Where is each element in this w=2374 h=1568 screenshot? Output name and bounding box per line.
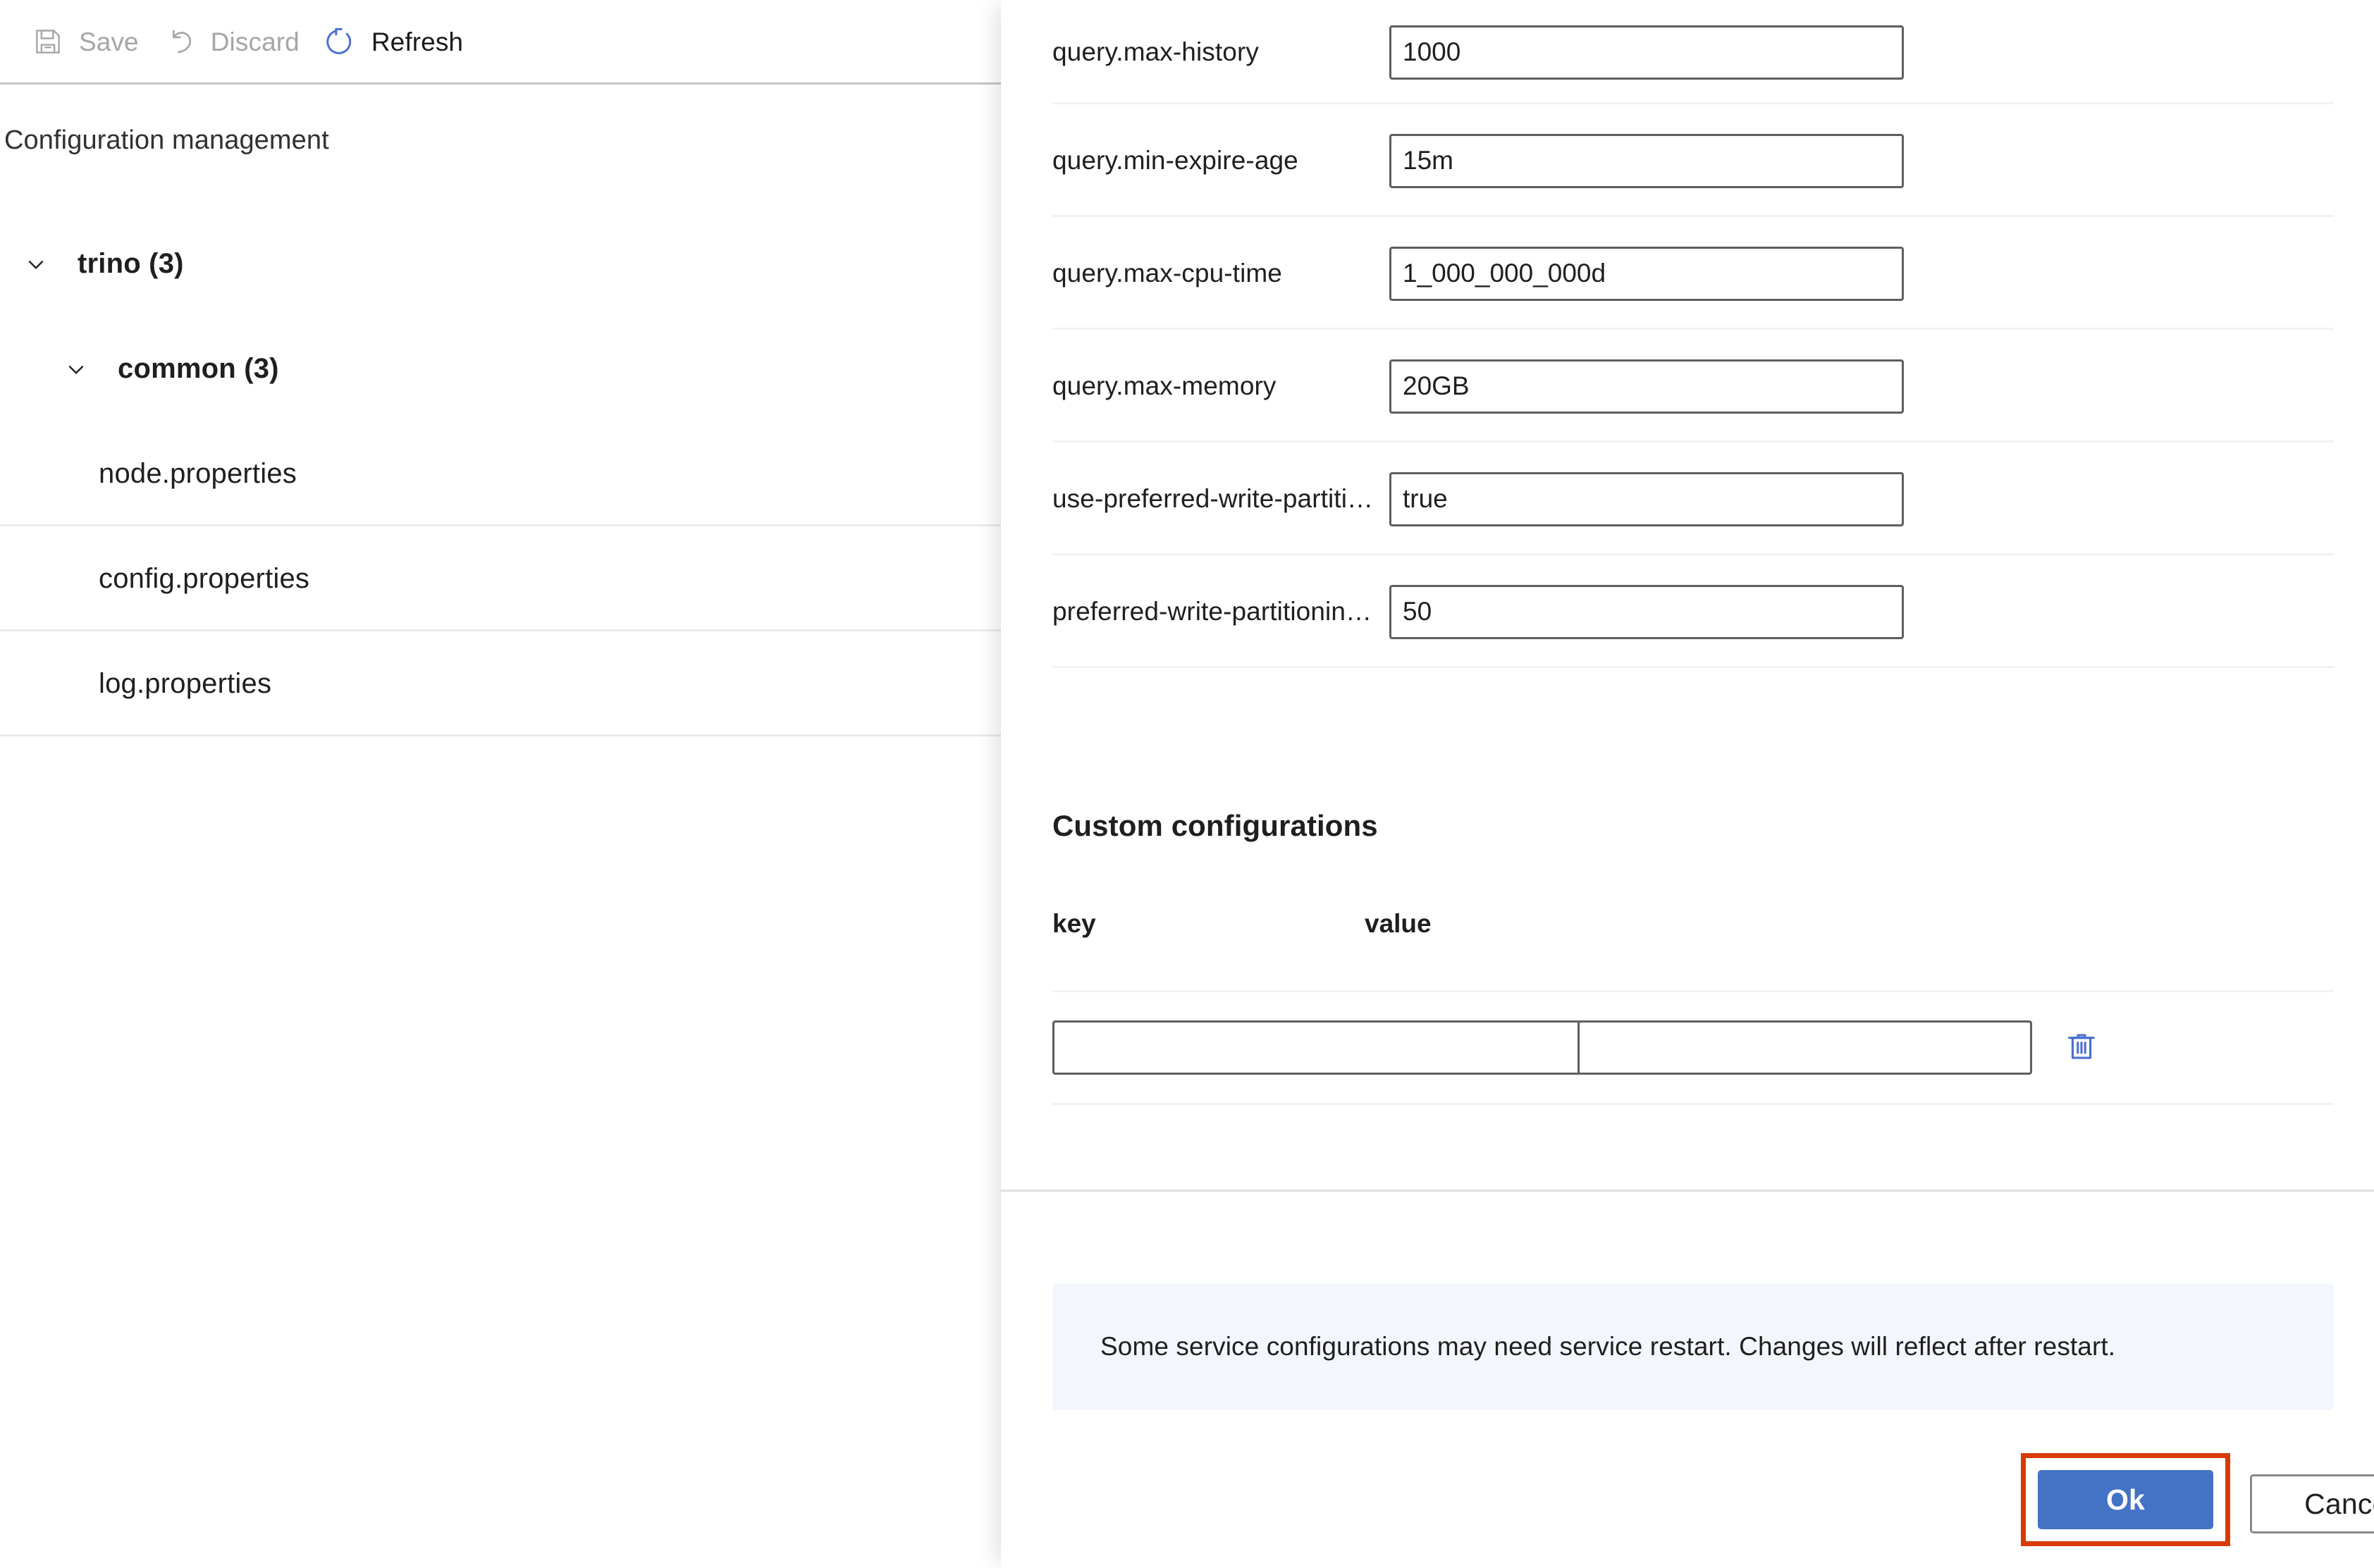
panel-footer-divider [1001,1190,2374,1192]
tree-node-label: common (3) [118,353,279,384]
config-tree: trino (3) common (3) node.properties con… [0,211,1001,736]
property-label: query.max-cpu-time [1052,259,1282,288]
background-page: Save Discard Refresh Configuration manag… [0,0,1001,1568]
trash-icon [2063,1028,2100,1067]
property-row: query.max-history [1052,0,2334,104]
tree-node-label: config.properties [99,563,310,594]
page-title: Configuration management [4,125,329,155]
ok-button-highlight: Ok [2021,1453,2230,1546]
custom-configurations-title: Custom configurations [1052,809,1378,842]
save-button-label: Save [79,27,139,56]
undo-icon [163,25,197,58]
property-row: preferred-write-partitioning-min-num... [1052,555,2334,668]
tree-node-log-properties[interactable]: log.properties [0,631,1001,736]
property-value-input[interactable] [1389,246,1904,301]
property-value-input[interactable] [1389,471,1904,526]
panel-scroll-area[interactable]: query.max-history query.min-expire-age q… [1001,0,2374,1190]
custom-configurations-header: key value [1052,909,2334,992]
ok-button[interactable]: Ok [2038,1470,2213,1529]
property-row: query.max-cpu-time [1052,217,2334,330]
command-bar-divider [0,82,1001,85]
property-label: query.max-history [1052,37,1259,66]
refresh-icon [324,25,357,58]
discard-button-label: Discard [210,27,300,56]
tree-node-label: trino (3) [78,248,184,279]
tree-node-common[interactable]: common (3) [0,316,1001,421]
property-label: query.min-expire-age [1052,146,1298,175]
tree-node-node-properties[interactable]: node.properties [0,421,1001,526]
property-value-input[interactable] [1389,133,1904,188]
refresh-button[interactable]: Refresh [316,14,480,69]
custom-key-input[interactable] [1052,1020,1616,1075]
app-screen: Save Discard Refresh Configuration manag… [0,0,2374,1568]
refresh-button-label: Refresh [371,27,464,56]
save-button[interactable]: Save [24,14,156,69]
tree-node-label: node.properties [99,458,297,489]
info-banner: Some service configurations may need ser… [1052,1283,2334,1410]
properties-table: query.max-history query.min-expire-age q… [1052,0,2334,668]
discard-button[interactable]: Discard [156,14,316,69]
save-icon [31,25,65,58]
chevron-down-icon[interactable] [20,248,52,280]
property-value-input[interactable] [1389,359,1904,414]
custom-configuration-row [1052,992,2334,1105]
custom-value-input[interactable] [1577,1020,2032,1075]
property-row: query.min-expire-age [1052,104,2334,217]
property-label: use-preferred-write-partitioning [1052,484,1382,513]
property-value-input[interactable] [1389,584,1904,639]
tree-node-label: log.properties [99,668,272,699]
property-row: query.max-memory [1052,330,2334,443]
chevron-down-icon[interactable] [60,353,92,385]
column-header-key: key [1052,909,1096,938]
property-value-input[interactable] [1389,25,1904,80]
delete-row-button[interactable] [2053,1019,2110,1075]
tree-node-trino[interactable]: trino (3) [0,211,1001,316]
config-edit-panel: query.max-history query.min-expire-age q… [1001,0,2374,1568]
info-banner-text: Some service configurations may need ser… [1100,1332,2116,1361]
tree-node-config-properties[interactable]: config.properties [0,526,1001,631]
property-label: query.max-memory [1052,371,1277,400]
command-bar: Save Discard Refresh [0,0,1001,83]
cancel-button[interactable]: Cancel [2250,1474,2374,1533]
property-row: use-preferred-write-partitioning [1052,443,2334,555]
column-header-value: value [1365,909,1432,938]
property-label: preferred-write-partitioning-min-num... [1052,597,1382,626]
